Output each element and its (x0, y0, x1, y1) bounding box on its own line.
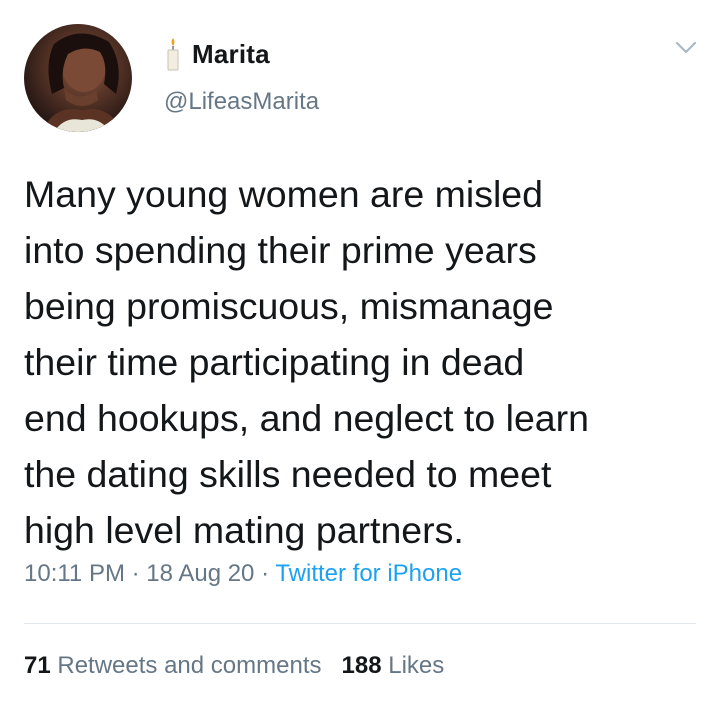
tweet-time: 10:11 PM (24, 560, 125, 587)
tweet-source-link[interactable]: Twitter for iPhone (275, 560, 462, 587)
tweet-meta: 10:11 PM · 18 Aug 20 · Twitter for iPhon… (24, 560, 462, 588)
tweet-text-line: into spending their prime years (24, 229, 537, 271)
tweet-text-line: their time participating in dead (24, 341, 525, 383)
tweet-card: Marita @LifeasMarita Many young women ar… (0, 0, 720, 702)
likes-label: Likes (388, 652, 445, 679)
tweet-date: 18 Aug 20 (146, 560, 255, 587)
tweet-text: Many young women are misled into spendin… (24, 166, 704, 558)
meta-separator: · (261, 560, 270, 587)
user-handle[interactable]: @LifeasMarita (164, 88, 319, 116)
likes-stat[interactable]: 188 Likes (342, 652, 445, 679)
chevron-down-icon[interactable] (674, 40, 698, 56)
tweet-stats: 71 Retweets and comments 188 Likes (24, 652, 444, 680)
tweet-text-line: high level mating partners. (24, 509, 464, 551)
tweet-text-line: end hookups, and neglect to learn (24, 397, 590, 439)
avatar-photo (42, 33, 122, 132)
retweets-count: 71 (24, 652, 51, 679)
meta-separator: · (131, 560, 140, 587)
likes-count: 188 (341, 652, 382, 679)
author-name-row[interactable]: Marita (164, 37, 270, 71)
tweet-text-line: the dating skills needed to meet (24, 453, 552, 495)
divider (24, 623, 696, 624)
avatar[interactable] (24, 24, 132, 132)
retweets-label: Retweets and comments (57, 652, 322, 679)
candle-icon (167, 38, 179, 71)
tweet-text-line: Many young women are misled (24, 173, 543, 215)
tweet-text-line: being promiscuous, mismanage (24, 285, 554, 327)
retweets-stat[interactable]: 71 Retweets and comments (24, 652, 322, 679)
display-name: Marita (192, 38, 270, 69)
